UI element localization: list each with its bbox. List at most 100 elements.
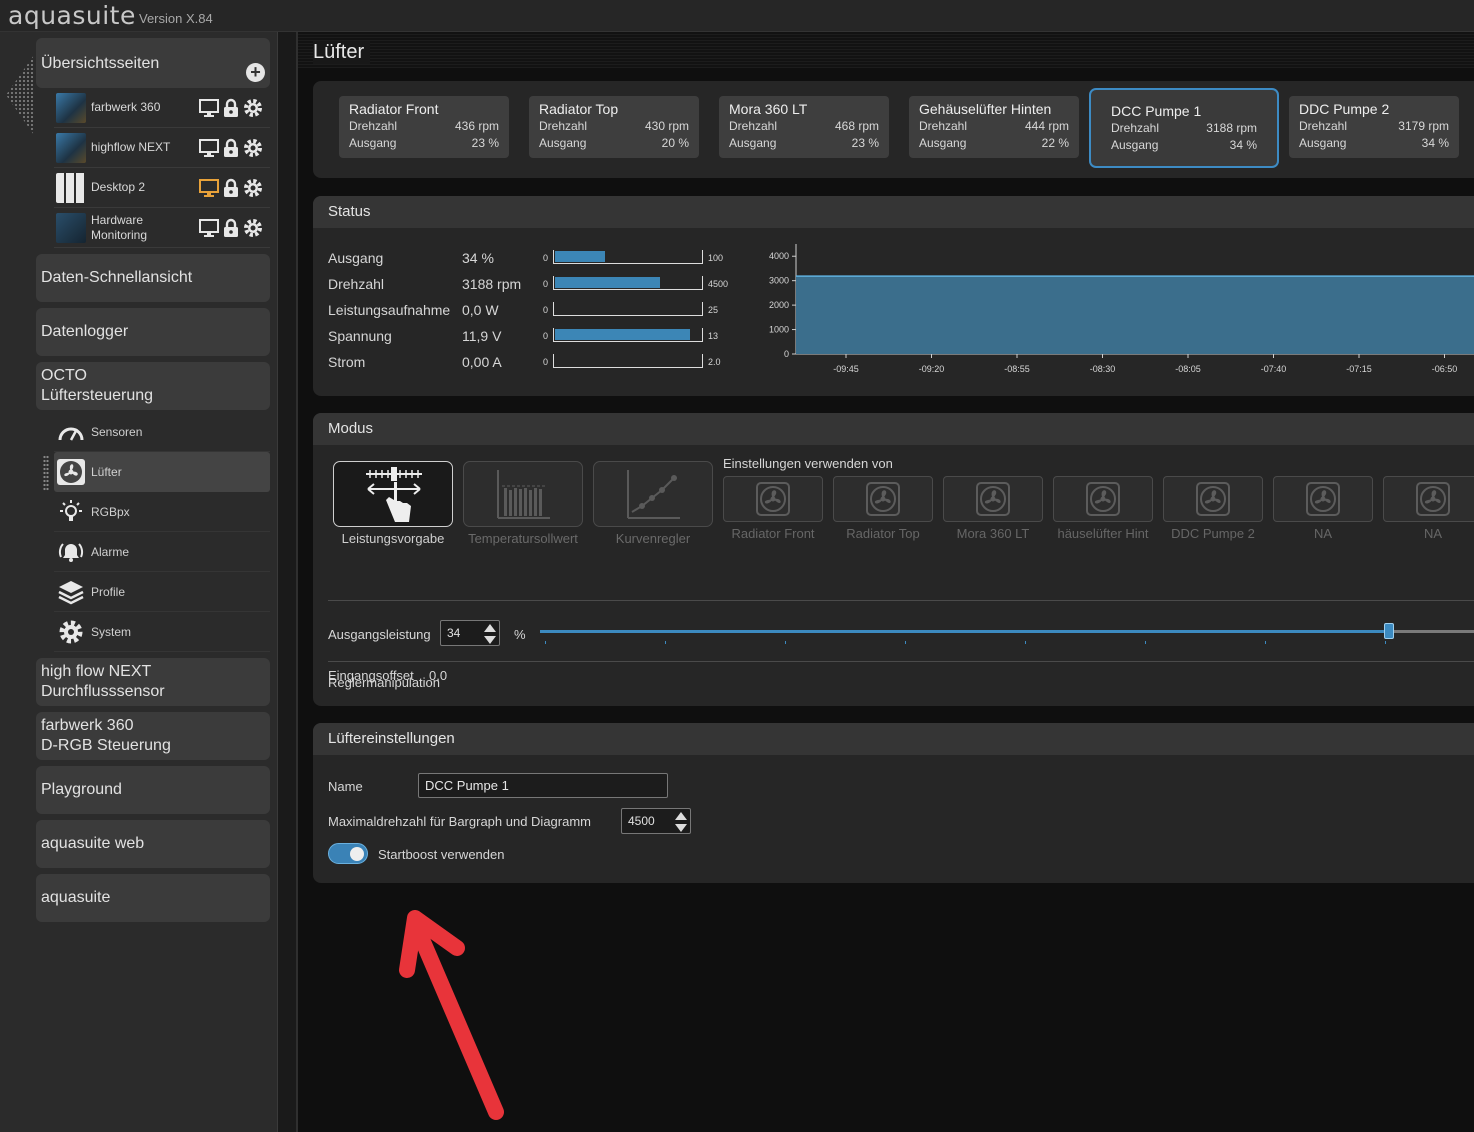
source-button[interactable]: [1163, 476, 1263, 522]
sidebar-item-sensoren[interactable]: Sensoren: [54, 412, 270, 452]
source-button[interactable]: [1273, 476, 1373, 522]
bar-max: 25: [708, 305, 719, 315]
stepper-arrows[interactable]: [675, 811, 687, 833]
fan-card[interactable]: Radiator Front Drehzahl 436 rpm Ausgang 23…: [339, 96, 509, 158]
max-speed-stepper[interactable]: 4500: [621, 808, 691, 834]
overview-pages-header[interactable]: Übersichtsseiten +: [36, 38, 270, 88]
status-bar: [553, 328, 703, 342]
status-name: Strom: [328, 354, 366, 370]
source-button[interactable]: [723, 476, 823, 522]
source-button[interactable]: [1383, 476, 1474, 522]
sidebar-item-label: System: [91, 624, 132, 639]
sidebar-item-datenlogger[interactable]: Datenlogger: [36, 308, 270, 356]
page-item-highflow[interactable]: highflow NEXT: [54, 128, 270, 168]
mode-button-kurvenregler[interactable]: [593, 461, 713, 527]
stepper-arrows[interactable]: [484, 623, 496, 645]
fan-name-input[interactable]: [418, 773, 668, 798]
output-label: Ausgang: [1299, 136, 1347, 150]
max-speed-value: 4500: [628, 814, 655, 828]
status-value: 11,9 V: [462, 328, 502, 344]
input-offset-value[interactable]: 0,0: [429, 668, 447, 683]
status-bar: [553, 276, 703, 290]
sidebar-item-aquasuite[interactable]: aquasuite: [36, 874, 270, 922]
lock-icon[interactable]: [223, 98, 239, 118]
monitor-icon[interactable]: [199, 138, 219, 157]
gear-icon[interactable]: [243, 218, 263, 238]
fan-card-selected[interactable]: DCC Pumpe 1 Drehzahl 3188 rpm Ausgang 34 %: [1089, 88, 1279, 168]
sidebar-item-label: farbwerk 360 D-RGB Steuerung: [41, 717, 171, 754]
mode-button-temperatursollwert[interactable]: [463, 461, 583, 527]
mode-button-leistungsvorgabe[interactable]: [333, 461, 453, 527]
gear-icon[interactable]: [243, 178, 263, 198]
page-item-desktop2[interactable]: Desktop 2: [54, 168, 270, 208]
sidebar-item-luefter[interactable]: Lüfter: [54, 452, 270, 492]
bar-min: 0: [543, 331, 549, 341]
bar-min: 0: [543, 305, 549, 315]
fan-selector-strip: Radiator Front Drehzahl 436 rpm Ausgang 23…: [313, 81, 1474, 178]
sidebar-item-label: Daten-Schnellansicht: [41, 269, 193, 286]
output-power-slider[interactable]: [540, 621, 1474, 645]
name-label: Name: [328, 779, 363, 794]
page-item-farbwerk[interactable]: farbwerk 360: [54, 88, 270, 128]
sidebar-item-playground[interactable]: Playground: [36, 766, 270, 814]
slider-fill: [540, 630, 1389, 633]
input-offset-label: Eingangsoffset: [328, 668, 414, 683]
output-power-unit: %: [514, 627, 526, 642]
status-row: Drehzahl 3188 rpm 0 4500: [328, 272, 748, 298]
sidebar-item-profile[interactable]: Profile: [54, 572, 270, 612]
slider-thumb[interactable]: [1384, 623, 1394, 639]
lock-icon[interactable]: [223, 218, 239, 238]
monitor-icon[interactable]: [199, 218, 219, 237]
fan-card[interactable]: DDC Pumpe 2 Drehzahl 3179 rpm Ausgang 34 %: [1289, 96, 1459, 158]
manual-power-icon: [366, 467, 422, 522]
status-bar: [553, 354, 703, 368]
add-page-button[interactable]: +: [246, 63, 265, 82]
page-thumbnail: [56, 172, 86, 203]
fan-icon: [1416, 482, 1450, 516]
source-label: Radiator Front: [731, 526, 815, 541]
divider: [328, 661, 1474, 662]
lock-icon[interactable]: [223, 138, 239, 158]
source-button[interactable]: [1053, 476, 1153, 522]
sidebar-item-rgbpx[interactable]: RGBpx: [54, 492, 270, 532]
sidebar-item-daten-schnellansicht[interactable]: Daten-Schnellansicht: [36, 254, 270, 302]
sidebar-item-aquasuite-web[interactable]: aquasuite web: [36, 820, 270, 868]
fan-card[interactable]: Mora 360 LT Drehzahl 468 rpm Ausgang 23 %: [719, 96, 889, 158]
gear-icon[interactable]: [243, 98, 263, 118]
fan-settings-panel: Lüftereinstellungen Name Maximaldrehzahl…: [313, 723, 1474, 883]
output-label: Ausgang: [1111, 138, 1159, 152]
output-power-stepper[interactable]: 34: [440, 620, 500, 646]
fan-name: Radiator Top: [539, 101, 619, 117]
monitor-icon[interactable]: [199, 98, 219, 117]
source-button[interactable]: [833, 476, 933, 522]
monitor-icon[interactable]: [199, 178, 219, 197]
sidebar-item-system[interactable]: System: [54, 612, 270, 652]
page-header: Lüfter: [298, 32, 1474, 68]
lock-icon[interactable]: [223, 178, 239, 198]
bar-max: 13: [708, 331, 719, 341]
page-thumbnail: [56, 212, 86, 243]
curve-controller-icon: [627, 470, 680, 519]
sidebar-item-farbwerk[interactable]: farbwerk 360 D-RGB Steuerung: [36, 712, 270, 760]
sidebar-item-label: Profile: [91, 584, 126, 599]
sidebar-item-octo[interactable]: OCTO Lüftersteuerung: [36, 362, 270, 410]
output-power-value: 34: [447, 626, 461, 640]
output-label: Ausgang: [729, 136, 777, 150]
status-name: Leistungsaufnahme: [328, 302, 451, 318]
annotation-arrow: [399, 910, 504, 1120]
sidebar-item-alarme[interactable]: Alarme: [54, 532, 270, 572]
gauge-icon: [58, 427, 84, 441]
page-thumbnail: [56, 132, 86, 163]
y-tick-label: 3000: [769, 276, 789, 286]
page-item-hardware-monitoring[interactable]: Hardware Monitoring: [54, 208, 270, 248]
fan-card[interactable]: Radiator Top Drehzahl 430 rpm Ausgang 20 %: [529, 96, 699, 158]
sidebar-item-highflow-next[interactable]: high flow NEXT Durchflusssensor: [36, 658, 270, 706]
startboost-toggle[interactable]: [328, 843, 368, 864]
sidebar-splitter[interactable]: [278, 32, 298, 1132]
source-button[interactable]: [943, 476, 1043, 522]
speed-value: 430 rpm: [644, 119, 689, 133]
fan-card[interactable]: Gehäuselüfter Hinten Drehzahl 444 rpm Aus…: [909, 96, 1079, 158]
fan-name: DDC Pumpe 2: [1299, 101, 1390, 117]
gear-icon[interactable]: [243, 138, 263, 158]
x-tick-label: -07:15: [1346, 364, 1372, 374]
